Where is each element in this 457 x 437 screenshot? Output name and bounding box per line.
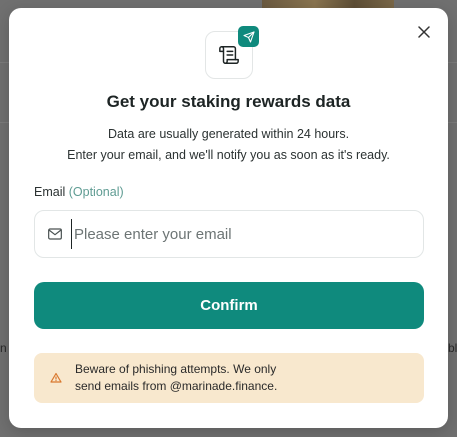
mail-icon bbox=[47, 226, 63, 242]
modal-description: Data are usually generated within 24 hou… bbox=[9, 124, 448, 166]
scroll-icon bbox=[219, 46, 239, 64]
phishing-warning: Beware of phishing attempts. We only sen… bbox=[34, 353, 424, 403]
background-divider bbox=[0, 62, 9, 63]
background-divider bbox=[448, 122, 457, 123]
background-divider bbox=[448, 62, 457, 63]
email-input[interactable] bbox=[71, 219, 411, 249]
background-text-right: bl bbox=[448, 341, 457, 355]
send-icon bbox=[242, 30, 255, 43]
background-text-left: n bbox=[0, 341, 7, 355]
warning-line-2: send emails from @marinade.finance. bbox=[75, 379, 278, 393]
send-badge bbox=[238, 26, 259, 47]
description-line-1: Data are usually generated within 24 hou… bbox=[107, 127, 350, 141]
warning-text: Beware of phishing attempts. We only sen… bbox=[75, 361, 277, 395]
warning-line-1: Beware of phishing attempts. We only bbox=[75, 362, 277, 376]
background-image bbox=[262, 0, 394, 8]
email-label-text: Email bbox=[34, 185, 66, 199]
modal-title: Get your staking rewards data bbox=[106, 92, 351, 111]
close-button[interactable] bbox=[414, 22, 434, 42]
description-line-2: Enter your email, and we'll notify you a… bbox=[67, 148, 390, 162]
confirm-button[interactable]: Confirm bbox=[34, 282, 424, 329]
background-divider bbox=[0, 122, 9, 123]
email-label: Email (Optional) bbox=[34, 185, 124, 199]
email-optional-text: (Optional) bbox=[68, 185, 124, 199]
warning-icon bbox=[50, 372, 62, 384]
email-field-wrapper bbox=[34, 210, 424, 258]
email-modal: Get your staking rewards data Data are u… bbox=[9, 8, 448, 428]
close-icon bbox=[418, 26, 430, 38]
